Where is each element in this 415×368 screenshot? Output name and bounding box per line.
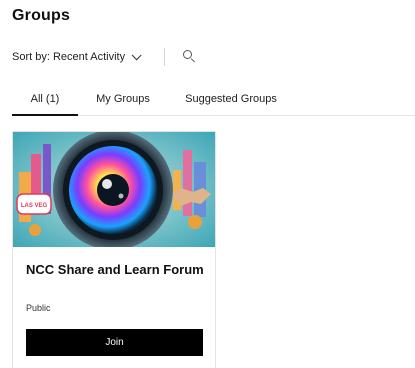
toolbar: Sort by: Recent Activity	[12, 47, 197, 67]
group-cover-image[interactable]: LAS VEG	[13, 132, 215, 247]
sort-label: Sort by: Recent Activity	[12, 51, 126, 63]
tab-suggested-groups[interactable]: Suggested Groups	[176, 88, 286, 116]
tabs-bar: All (1) My Groups Suggested Groups	[0, 88, 415, 116]
join-button[interactable]: Join	[26, 329, 203, 356]
chevron-down-icon	[131, 49, 142, 60]
tab-all[interactable]: All (1)	[12, 88, 78, 116]
las-vegas-sign-text: LAS VEG	[21, 203, 48, 209]
sort-dropdown[interactable]: Sort by: Recent Activity	[12, 49, 142, 63]
page-title: Groups	[12, 7, 71, 24]
group-name[interactable]: NCC Share and Learn Forum	[26, 261, 206, 279]
group-privacy: Public	[26, 303, 51, 313]
search-icon[interactable]	[183, 50, 197, 64]
group-card: LAS VEG NCC Share and Learn Forum Public…	[12, 131, 216, 368]
active-tab-indicator	[12, 114, 78, 116]
toolbar-divider	[164, 48, 166, 66]
tab-my-groups[interactable]: My Groups	[86, 88, 160, 116]
